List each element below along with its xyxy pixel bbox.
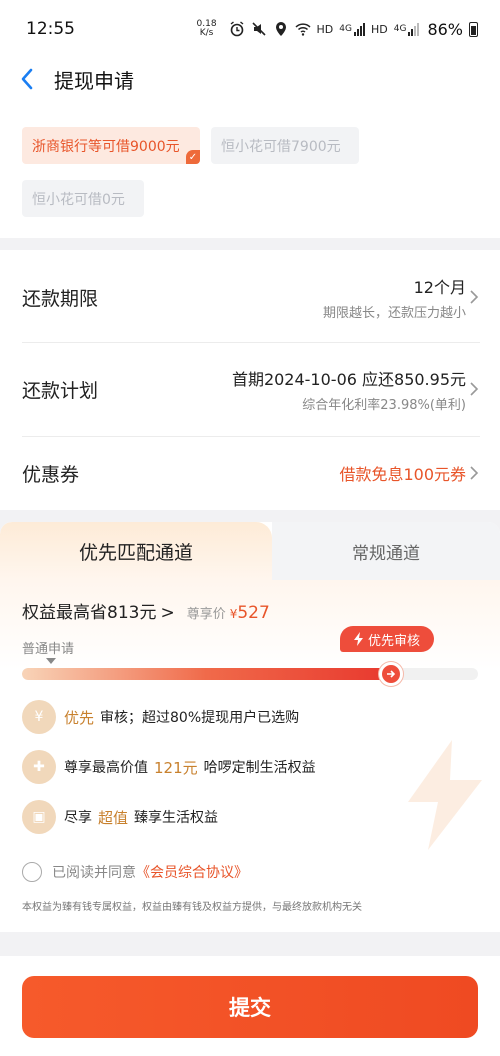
coupon-value-block: 借款免息100元券 bbox=[339, 461, 466, 485]
mute-icon bbox=[251, 22, 266, 36]
benefit-item-priority: ¥ 优先 审核；超过80%提现用户已选购 bbox=[22, 700, 299, 734]
repay-term-hint: 期限越长，还款压力越小 bbox=[322, 305, 466, 321]
repay-plan-label: 还款计划 bbox=[22, 379, 99, 402]
signal-icon bbox=[353, 22, 365, 36]
vip-price: 527 bbox=[237, 603, 270, 623]
savings-line[interactable]: 权益最高省813元 > 尊享价 ¥ 527 bbox=[22, 598, 270, 623]
quota-chip-hengxiaohua-0[interactable]: 恒小花可借0元 bbox=[22, 180, 144, 217]
channel-tabs: 优先匹配通道 常规通道 bbox=[0, 522, 500, 580]
status-time: 12:55 bbox=[26, 19, 75, 39]
coupon-row[interactable]: 优惠券 借款免息100元券 bbox=[22, 450, 480, 496]
row-divider bbox=[22, 342, 480, 343]
net-speed: 0.18 K/s bbox=[197, 20, 217, 38]
benefit-pre: 尽享 bbox=[64, 810, 92, 826]
priority-badge-label: 优先审核 bbox=[367, 633, 420, 649]
lightning-icon bbox=[353, 632, 363, 646]
ticket-icon: ▣ bbox=[22, 800, 56, 834]
check-icon: ✓ bbox=[186, 150, 200, 164]
priority-badge: 优先审核 bbox=[340, 626, 434, 652]
vip-price-label: 尊享价 bbox=[186, 607, 226, 622]
membership-card: 优先匹配通道 常规通道 权益最高省813元 > 尊享价 ¥ 527 普通申请 优… bbox=[0, 522, 500, 932]
submit-button[interactable]: 提交 bbox=[22, 976, 478, 1038]
benefit-item-life: ▣ 尽享 超值 臻享生活权益 bbox=[22, 800, 218, 834]
hd-label-1: HD bbox=[316, 22, 334, 36]
network-label-1: 4G bbox=[339, 24, 352, 34]
loan-form: 还款期限 12个月 期限越长，还款压力越小 还款计划 首期2024-10-06 … bbox=[0, 250, 500, 510]
normal-marker-icon bbox=[46, 658, 56, 664]
net-speed-unit: K/s bbox=[199, 28, 214, 38]
benefit-post: 臻享生活权益 bbox=[134, 810, 219, 826]
quota-chip-label: 恒小花可借7900元 bbox=[221, 138, 341, 155]
savings-text: 权益最高省813元 bbox=[22, 603, 157, 623]
status-bar: 12:55 0.18 K/s HD 4G HD 4G 86% bbox=[0, 0, 500, 58]
nav-header: 提现申请 bbox=[0, 58, 500, 100]
battery-icon bbox=[469, 21, 478, 37]
benefit-highlight: 优先 bbox=[64, 708, 95, 727]
gift-icon: ✚ bbox=[22, 750, 56, 784]
agree-prefix: 已阅读并同意 bbox=[52, 865, 136, 881]
chevron-right-icon bbox=[470, 466, 479, 480]
disclaimer-text: 本权益为臻有钱专属权益，权益由臻有钱及权益方提供，与最终放款机构无关 bbox=[22, 902, 362, 913]
loan-quota-section: 浙商银行等可借9000元 ✓ 恒小花可借7900元 恒小花可借0元 bbox=[0, 100, 500, 238]
currency-symbol: ¥ bbox=[229, 607, 238, 621]
chevron-right-icon bbox=[470, 382, 479, 396]
repay-term-label: 还款期限 bbox=[22, 287, 99, 310]
coupon-label: 优惠券 bbox=[22, 463, 80, 486]
status-icons: 0.18 K/s HD 4G HD 4G 86% bbox=[197, 20, 478, 39]
alarm-icon bbox=[230, 21, 243, 37]
quota-chip-hengxiaohua-7900[interactable]: 恒小花可借7900元 bbox=[211, 127, 359, 164]
arrow-right-icon bbox=[387, 670, 396, 678]
priority-progress-track bbox=[22, 668, 478, 680]
tab-regular-channel[interactable]: 常规通道 bbox=[272, 522, 500, 580]
coupon-value: 借款免息100元券 bbox=[339, 465, 466, 484]
repay-term-value: 12个月 bbox=[413, 277, 466, 297]
back-button[interactable] bbox=[2, 58, 52, 100]
money-bag-icon: ¥ bbox=[22, 700, 56, 734]
quota-chip-zheshang[interactable]: 浙商银行等可借9000元 ✓ bbox=[22, 127, 200, 164]
priority-progress-fill bbox=[22, 668, 392, 680]
repay-term-row[interactable]: 还款期限 12个月 期限越长，还款压力越小 bbox=[22, 272, 480, 322]
normal-apply-label: 普通申请 bbox=[22, 642, 75, 657]
member-agreement-link[interactable]: 《会员综合协议》 bbox=[136, 862, 248, 882]
progress-knob bbox=[379, 662, 404, 686]
chevron-right-icon: > bbox=[160, 603, 175, 623]
row-divider bbox=[22, 436, 480, 437]
network-label-2: 4G bbox=[393, 24, 407, 34]
chevron-right-icon bbox=[470, 290, 479, 304]
page-title: 提现申请 bbox=[54, 68, 134, 93]
quota-chip-label: 恒小花可借0元 bbox=[32, 191, 125, 208]
quota-chip-label: 浙商银行等可借9000元 bbox=[32, 138, 180, 155]
agree-checkbox[interactable] bbox=[22, 862, 42, 882]
signal-icon-2 bbox=[408, 22, 420, 36]
repay-plan-value: 首期2024-10-06 应还850.95元 bbox=[231, 369, 466, 389]
benefit-post: 审核；超过80%提现用户已选购 bbox=[100, 710, 300, 726]
membership-body: 权益最高省813元 > 尊享价 ¥ 527 普通申请 优先审核 ¥ 优先 审核；… bbox=[0, 580, 500, 932]
chevron-left-icon bbox=[21, 68, 33, 90]
repay-plan-row[interactable]: 还款计划 首期2024-10-06 应还850.95元 综合年化利率23.98%… bbox=[22, 364, 480, 414]
benefit-highlight: 121元 bbox=[154, 758, 198, 777]
tab-priority-channel[interactable]: 优先匹配通道 bbox=[0, 522, 272, 580]
repay-plan-hint: 综合年化利率23.98%(单利) bbox=[302, 397, 466, 413]
benefit-item-value: ✚ 尊享最高价值 121元 哈啰定制生活权益 bbox=[22, 750, 316, 784]
benefit-pre: 尊享最高价值 bbox=[64, 760, 148, 776]
agreement-line: 已阅读并同意 《会员综合协议》 bbox=[22, 862, 248, 882]
lightning-decoration-icon bbox=[408, 740, 482, 850]
battery-percent: 86% bbox=[427, 19, 463, 39]
wifi-icon bbox=[295, 23, 311, 36]
repay-term-value-block: 12个月 期限越长，还款压力越小 bbox=[323, 274, 466, 321]
bottom-bar: 提交 bbox=[0, 956, 500, 1056]
location-icon bbox=[275, 22, 286, 36]
benefit-highlight: 超值 bbox=[98, 808, 129, 827]
benefit-post: 哈啰定制生活权益 bbox=[203, 760, 316, 776]
repay-plan-value-block: 首期2024-10-06 应还850.95元 综合年化利率23.98%(单利) bbox=[232, 366, 466, 413]
hd-label-2: HD bbox=[370, 22, 388, 36]
